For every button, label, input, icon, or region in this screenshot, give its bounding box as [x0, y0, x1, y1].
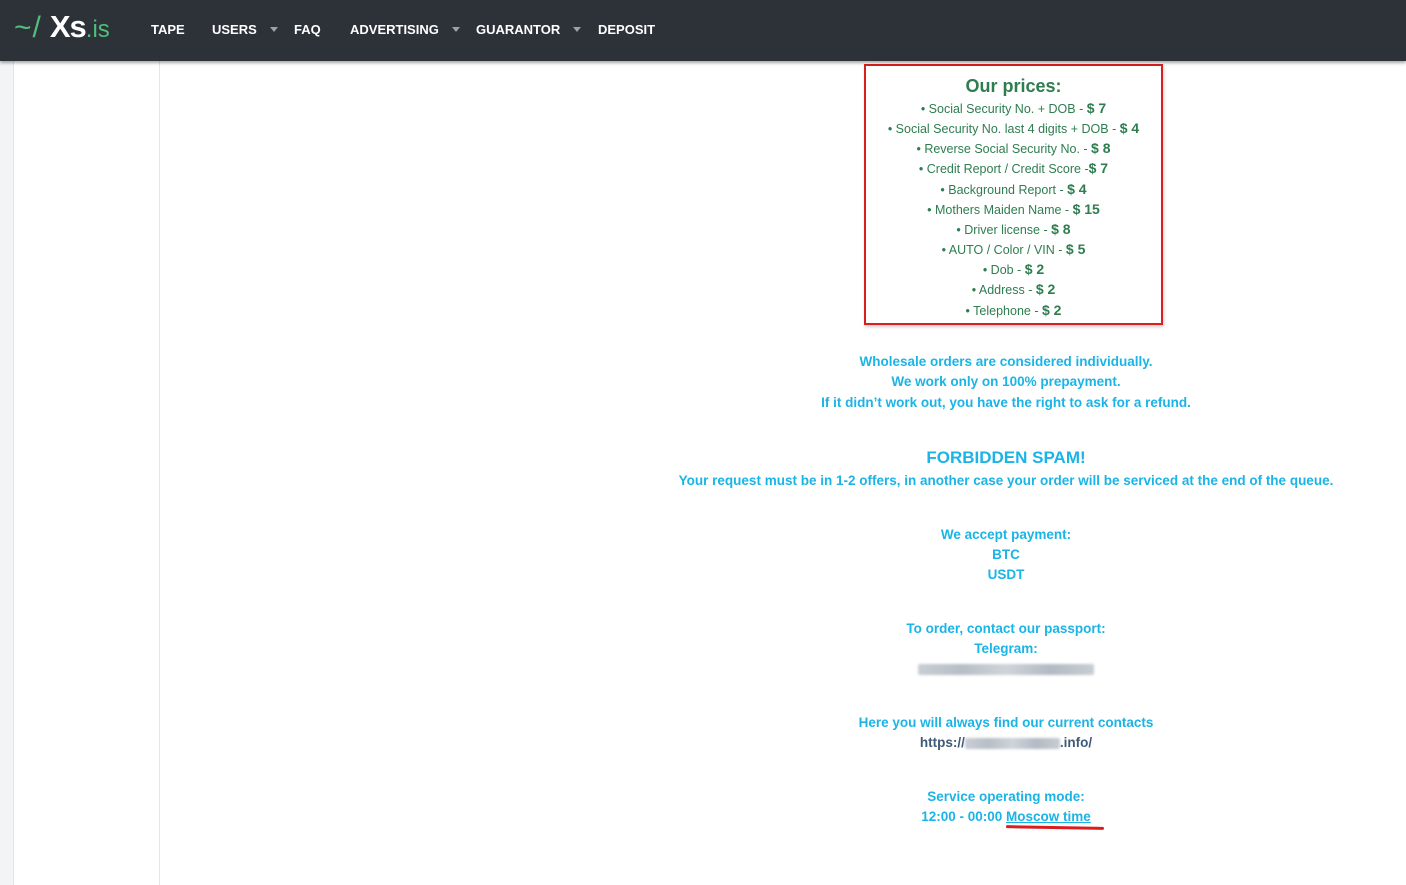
terms-refund: If it didn’t work out, you have the righ… — [821, 395, 1191, 410]
contacts-title: Here you will always find our current co… — [858, 715, 1154, 730]
price-item: • Mothers Maiden Name - $ 15 — [927, 201, 1100, 217]
price-item: • Telephone - $ 2 — [965, 302, 1062, 318]
nav-deposit-label: DEPOSIT — [598, 21, 656, 37]
nav-deposit[interactable]: DEPOSIT — [598, 20, 655, 38]
nav-tape-label: TAPE — [151, 21, 185, 37]
contacts-url[interactable]: https:// .info/ — [606, 735, 1406, 750]
chevron-down-icon — [451, 26, 460, 32]
logo-tld: .is — [85, 16, 110, 43]
price-item: • Reverse Social Security No. - $ 8 — [916, 140, 1111, 156]
nav-guarantor-label: GUARANTOR — [476, 21, 561, 37]
logo-tilde: ~/ — [14, 11, 42, 44]
contacts-url-prefix: https:// — [919, 735, 965, 750]
red-highlight-underline — [1005, 825, 1105, 830]
spam-title: FORBIDDEN SPAM! — [926, 448, 1086, 467]
nav-users-label: USERS — [212, 21, 257, 37]
redacted-domain — [964, 737, 1060, 749]
logo-name: Xs — [49, 9, 87, 44]
site-logo[interactable]: ~/ Xs .is — [14, 9, 110, 51]
nav-guarantor[interactable]: GUARANTOR — [476, 20, 582, 38]
payment-btc: BTC — [992, 547, 1020, 562]
left-gutter — [0, 61, 14, 885]
hours-line: 12:00 - 00:00 Moscow time — [606, 809, 1406, 824]
chevron-down-icon — [269, 26, 278, 32]
telegram-link[interactable] — [606, 661, 1406, 676]
price-item: • Credit Report / Credit Score -$ 7 — [918, 160, 1109, 176]
redacted-telegram-link — [918, 663, 1094, 675]
price-item: • Social Security No. last 4 digits + DO… — [887, 120, 1140, 136]
price-item: • Background Report - $ 4 — [940, 181, 1087, 197]
telegram-label: Telegram: — [974, 641, 1038, 656]
contacts-url-suffix: .info/ — [1059, 735, 1093, 750]
nav-users[interactable]: USERS — [212, 20, 278, 38]
nav-faq[interactable]: FAQ — [294, 20, 321, 38]
price-item: • AUTO / Color / VIN - $ 5 — [941, 241, 1086, 257]
terms-prepayment: We work only on 100% prepayment. — [891, 374, 1121, 389]
price-item: • Driver license - $ 8 — [956, 221, 1071, 237]
price-item: • Dob - $ 2 — [982, 261, 1045, 277]
chevron-down-icon — [573, 26, 582, 32]
prices-box: Our prices: • Social Security No. + DOB … — [864, 64, 1163, 325]
nav-advertising-label: ADVERTISING — [350, 21, 439, 37]
terms-wholesale: Wholesale orders are considered individu… — [859, 354, 1153, 369]
spam-text: Your request must be in 1-2 offers, in a… — [678, 473, 1334, 488]
price-item: • Address - $ 2 — [971, 281, 1056, 297]
hours-time: 12:00 - 00:00 — [921, 809, 1007, 824]
prices-title: Our prices: — [965, 76, 1062, 96]
hours-title: Service operating mode: — [927, 789, 1085, 804]
nav-tape[interactable]: TAPE — [151, 20, 185, 38]
sidebar — [14, 61, 160, 885]
top-navbar: ~/ Xs .is TAPE USERS FAQ ADVERTISING GUA… — [0, 0, 1406, 61]
price-item: • Social Security No. + DOB - $ 7 — [920, 100, 1107, 116]
nav-advertising[interactable]: ADVERTISING — [350, 20, 460, 38]
payment-usdt: USDT — [987, 567, 1025, 582]
payment-title: We accept payment: — [940, 527, 1072, 542]
nav-faq-label: FAQ — [294, 21, 321, 37]
order-title: To order, contact our passport: — [906, 621, 1106, 636]
moscow-time-link[interactable]: Moscow time — [1006, 809, 1091, 824]
